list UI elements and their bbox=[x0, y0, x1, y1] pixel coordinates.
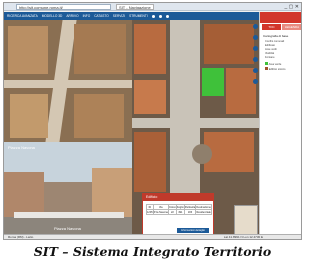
figure-caption: SIT – Sistema Integrato Territorio bbox=[33, 244, 272, 259]
green-area[interactable] bbox=[202, 68, 224, 96]
details-button[interactable]: Informazioni dettaglio bbox=[177, 228, 209, 233]
aerial-building bbox=[74, 24, 126, 74]
legend-label: Edificio storico bbox=[268, 68, 286, 71]
top-navbar: RICERCA AVANZATA MODELLO 3D ARRIVO INFO … bbox=[4, 12, 259, 20]
aerial-building bbox=[10, 94, 48, 138]
right-sidebar: TOC LEGENDA Cartografia di base Confini … bbox=[259, 12, 301, 237]
nav-item-info[interactable]: INFO bbox=[83, 14, 91, 18]
aerial-building bbox=[8, 26, 48, 74]
feature-info-popup: Edificio ID Via Civico Foglio Particella… bbox=[142, 193, 214, 237]
print-icon[interactable] bbox=[252, 79, 258, 84]
status-right: Lat 41.8991 N Lon 12.4730 E bbox=[223, 235, 263, 239]
measure-icon[interactable] bbox=[252, 57, 258, 62]
nav-item-modello[interactable]: MODELLO 3D bbox=[42, 14, 63, 18]
table-cell: P.za Navona bbox=[152, 209, 169, 215]
browser-tab[interactable]: SIT - Navigazione bbox=[116, 4, 154, 10]
info-icon[interactable] bbox=[252, 68, 258, 73]
legend-item: Edificio storico bbox=[265, 67, 285, 72]
zoom-in-icon[interactable] bbox=[252, 24, 258, 29]
layer-group-title: Cartografia di base bbox=[263, 34, 289, 38]
table-cell: 22 bbox=[167, 209, 177, 215]
tab-legenda[interactable]: LEGENDA bbox=[282, 24, 301, 30]
browser-window: http://sit.comune.roma.it/ SIT - Navigaz… bbox=[3, 2, 302, 240]
overview-minimap[interactable] bbox=[234, 205, 258, 235]
map-tool-strip bbox=[251, 20, 259, 140]
nav-item-servizi[interactable]: SERVIZI bbox=[113, 14, 125, 18]
table-cell: Residenziale bbox=[195, 209, 212, 215]
status-bar: Roma (RM) - Lazio Lat 41.8991 N Lon 12.4… bbox=[4, 234, 301, 239]
layer-list: Confini comunali Edificato Aree verdi Vi… bbox=[265, 40, 285, 72]
nav-item-arrivo[interactable]: ARRIVO bbox=[66, 14, 78, 18]
layer-item[interactable]: Fontane bbox=[265, 56, 285, 60]
nav-item-catasto[interactable]: CATASTO bbox=[94, 14, 109, 18]
address-bar[interactable]: http://sit.comune.roma.it/ bbox=[16, 4, 111, 10]
table-cell: 1205 bbox=[146, 209, 154, 215]
aerial-building bbox=[74, 94, 124, 138]
map-roof bbox=[134, 24, 166, 74]
nav-item-ricerca[interactable]: RICERCA AVANZATA bbox=[7, 14, 38, 18]
aerial-road bbox=[4, 80, 132, 88]
nav-dot-icon[interactable] bbox=[151, 14, 155, 18]
status-left: Roma (RM) - Lazio bbox=[8, 235, 34, 239]
table-row: 1205 P.za Navona 22 491 183 Residenziale bbox=[146, 209, 212, 215]
tab-toc[interactable]: TOC bbox=[262, 24, 281, 30]
legend-label: Area verde bbox=[268, 63, 282, 66]
popup-title: Edificio bbox=[143, 194, 213, 201]
pan-icon[interactable] bbox=[252, 46, 258, 51]
zoom-out-icon[interactable] bbox=[252, 35, 258, 40]
map-street bbox=[132, 118, 259, 128]
map-roof bbox=[204, 24, 254, 64]
street-view-panel[interactable]: Piazza Navona Piazza Navona bbox=[4, 142, 132, 237]
aerial-view-panel[interactable] bbox=[4, 20, 132, 142]
sidebar-logo bbox=[260, 12, 301, 23]
streetview-caption: Piazza Navona bbox=[54, 226, 81, 231]
fountain bbox=[192, 144, 212, 164]
table-cell: 183 bbox=[183, 209, 197, 215]
popup-table: ID Via Civico Foglio Particella Destinaz… bbox=[146, 204, 212, 215]
window-controls[interactable]: _ ▢ ✕ bbox=[285, 4, 299, 10]
map-roof bbox=[134, 80, 166, 114]
streetview-title: Piazza Navona bbox=[8, 145, 35, 150]
nav-dot-icon[interactable] bbox=[158, 14, 162, 18]
table-cell: 491 bbox=[175, 209, 185, 215]
map-roof bbox=[134, 132, 166, 192]
umbrellas bbox=[14, 212, 124, 218]
nav-item-strumenti[interactable]: STRUMENTI bbox=[129, 14, 148, 18]
legend-swatch bbox=[265, 62, 268, 65]
browser-titlebar: http://sit.comune.roma.it/ SIT - Navigaz… bbox=[4, 3, 301, 11]
legend-swatch bbox=[265, 67, 268, 70]
nav-dot-icon[interactable] bbox=[165, 14, 169, 18]
